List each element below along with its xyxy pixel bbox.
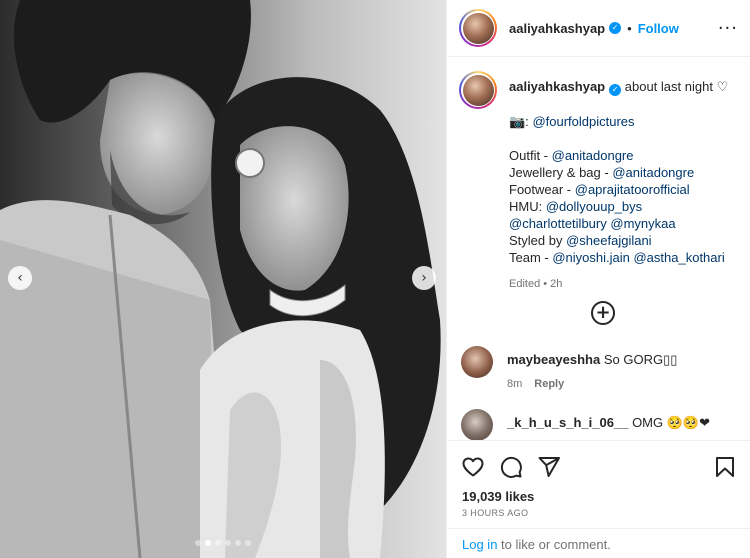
carousel-dot bbox=[195, 540, 201, 546]
login-link[interactable]: Log in bbox=[462, 537, 497, 552]
caption-label: Jewellery & bag - bbox=[509, 165, 613, 180]
carousel-dot-active bbox=[205, 540, 211, 546]
post-actions: 19,039 likes 3 HOURS AGO Log in to like … bbox=[447, 440, 750, 558]
heart-outline-icon: ♡ bbox=[716, 80, 729, 95]
share-send-icon[interactable] bbox=[537, 455, 561, 479]
comment-text: OMG 🥺🥺❤ bbox=[632, 415, 710, 430]
comment-item: _k_h_u_s_h_i_06__ OMG 🥺🥺❤ bbox=[461, 409, 710, 440]
mention-link[interactable]: @charlottetilbury bbox=[509, 216, 607, 231]
carousel-dots bbox=[0, 540, 446, 546]
login-prompt-text: to like or comment. bbox=[497, 537, 611, 552]
reply-button[interactable]: Reply bbox=[534, 378, 564, 390]
post-side-panel: aaliyahkashyap ✓ • Follow ··· aaliyahkas… bbox=[446, 0, 750, 558]
mention-link[interactable]: @sheefajgilani bbox=[566, 233, 651, 248]
verified-badge-icon: ✓ bbox=[609, 22, 622, 34]
caption: aaliyahkashyap ✓ about last night ♡ 📷: @f… bbox=[459, 71, 739, 293]
like-heart-icon[interactable] bbox=[461, 455, 485, 479]
comment-username[interactable]: _k_h_u_s_h_i_06__ bbox=[507, 415, 628, 430]
caption-edited-time: Edited • 2h bbox=[509, 278, 563, 290]
caption-username[interactable]: aaliyahkashyap bbox=[509, 79, 605, 94]
couple-photo-illustration bbox=[0, 0, 446, 558]
caption-label: Outfit - bbox=[509, 148, 552, 163]
mention-link[interactable]: @anitadongre bbox=[552, 148, 634, 163]
author-username[interactable]: aaliyahkashyap bbox=[509, 21, 605, 36]
carousel-dot bbox=[235, 540, 241, 546]
carousel-dot bbox=[225, 540, 231, 546]
mention-link[interactable]: @anitadongre bbox=[612, 165, 694, 180]
caption-label: Styled by bbox=[509, 233, 567, 248]
post-photo[interactable]: ‹ › bbox=[0, 0, 446, 558]
mention-link[interactable]: @aprajitatoorofficial bbox=[575, 182, 690, 197]
commenter-avatar[interactable] bbox=[461, 409, 493, 440]
mention-link[interactable]: @niyoshi.jain bbox=[552, 250, 630, 265]
mention-link[interactable]: @astha_kothari bbox=[633, 250, 724, 265]
post-header: aaliyahkashyap ✓ • Follow ··· bbox=[447, 0, 750, 57]
caption-author-avatar[interactable] bbox=[459, 71, 497, 109]
caption-label: HMU: bbox=[509, 199, 546, 214]
login-prompt: Log in to like or comment. bbox=[447, 528, 750, 558]
verified-badge-icon: ✓ bbox=[609, 84, 622, 96]
load-more-comments-icon[interactable]: + bbox=[591, 301, 615, 325]
caption-label: Footwear - bbox=[509, 182, 575, 197]
carousel-dot bbox=[215, 540, 221, 546]
next-photo-button[interactable]: › bbox=[412, 266, 436, 290]
previous-photo-button[interactable]: ‹ bbox=[8, 266, 32, 290]
post-time-ago: 3 HOURS AGO bbox=[462, 508, 529, 518]
likes-count[interactable]: 19,039 likes bbox=[447, 483, 750, 504]
comment-bubble-icon[interactable] bbox=[499, 455, 523, 479]
mention-link[interactable]: @dollyouup_bys bbox=[546, 199, 642, 214]
commenter-avatar[interactable] bbox=[461, 346, 493, 378]
author-avatar[interactable] bbox=[459, 9, 497, 47]
mention-link[interactable]: @mynykaa bbox=[610, 216, 675, 231]
caption-text: about last night bbox=[624, 79, 713, 94]
mention-link[interactable]: @fourfoldpictures bbox=[532, 114, 634, 129]
carousel-dot bbox=[245, 540, 251, 546]
camera-icon: 📷: bbox=[509, 114, 529, 129]
comments-section: aaliyahkashyap ✓ about last night ♡ 📷: @f… bbox=[447, 57, 750, 440]
comment-text: So GORG▯▯ bbox=[603, 352, 678, 367]
comment-item: maybeayeshha So GORG▯▯ 8m Reply bbox=[461, 346, 677, 390]
comment-time: 8m bbox=[507, 378, 523, 390]
follow-button[interactable]: Follow bbox=[638, 21, 679, 36]
save-bookmark-icon[interactable] bbox=[713, 455, 737, 479]
caption-label: Team - bbox=[509, 250, 553, 265]
comment-username[interactable]: maybeayeshha bbox=[507, 352, 600, 367]
separator-bullet: • bbox=[627, 20, 632, 36]
more-options-icon[interactable]: ··· bbox=[718, 18, 738, 39]
